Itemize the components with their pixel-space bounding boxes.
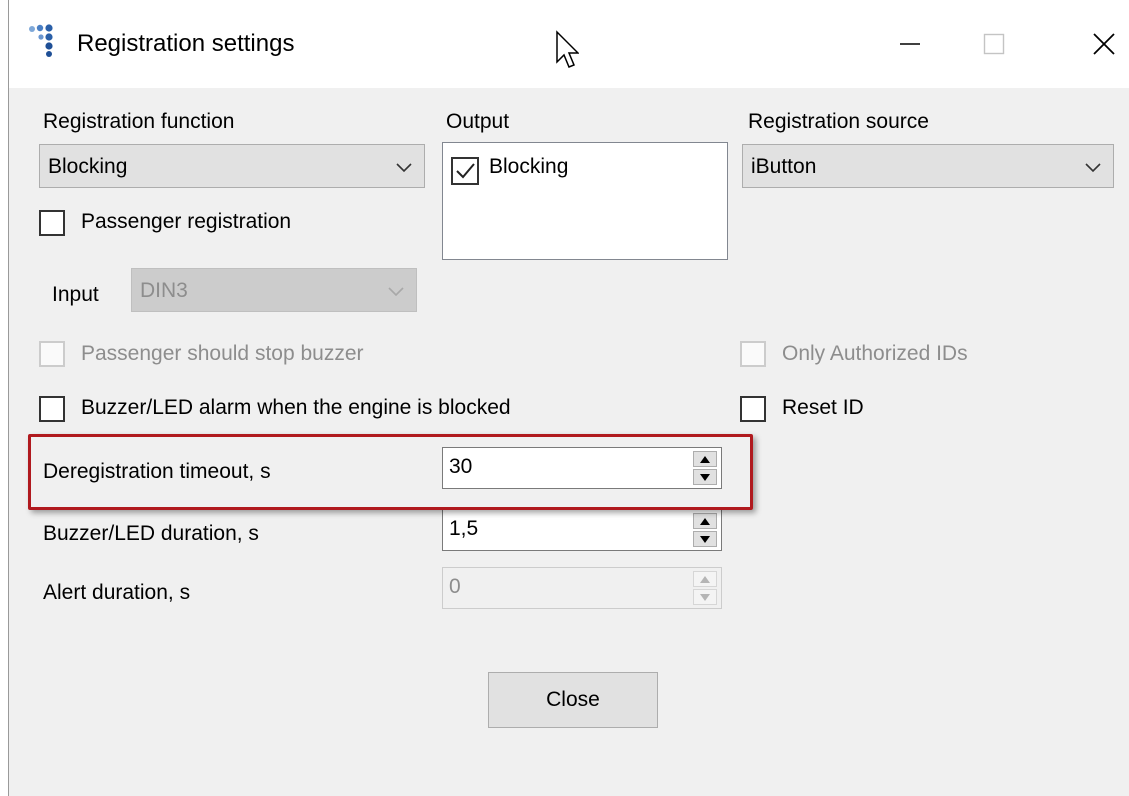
reset-id-label: Reset ID [782,396,864,419]
registration-source-label: Registration source [748,110,929,133]
maximize-icon [983,33,1005,55]
registration-settings-window: Registration settings Registration funct… [8,0,1129,796]
chevron-down-icon [388,287,404,297]
output-item-label: Blocking [489,155,569,178]
output-label: Output [446,110,510,133]
output-item-checkbox[interactable] [451,157,479,185]
window-title: Registration settings [77,30,295,57]
passenger-stop-buzzer-label: Passenger should stop buzzer [81,342,364,365]
title-bar[interactable]: Registration settings [9,0,1129,88]
registration-source-value: iButton [751,155,817,178]
maximize-button[interactable] [959,0,1029,88]
arrow-down-icon [700,593,710,601]
alert-duration-value: 0 [449,575,461,598]
reset-id-checkbox[interactable] [740,396,766,422]
alert-duration-input[interactable]: 0 [442,567,722,609]
registration-function-label: Registration function [43,110,235,133]
minimize-button[interactable] [875,0,945,88]
spin-up-button[interactable] [693,513,717,529]
passenger-stop-buzzer-checkbox[interactable] [39,341,65,367]
highlight-box [28,434,753,510]
registration-function-select[interactable]: Blocking [39,144,425,188]
chevron-down-icon [1085,163,1101,173]
minimize-icon [900,43,920,45]
passenger-registration-checkbox[interactable] [39,210,65,236]
input-value: DIN3 [140,279,188,302]
input-select[interactable]: DIN3 [131,268,417,312]
close-window-button[interactable] [1069,0,1129,88]
close-button[interactable]: Close [488,672,658,728]
checkmark-icon [456,163,475,179]
alert-duration-spinner [693,571,717,605]
buzzer-duration-label: Buzzer/LED duration, s [43,522,259,545]
app-logo-icon [29,24,53,57]
only-authorized-ids-label: Only Authorized IDs [782,342,968,365]
registration-function-value: Blocking [48,155,128,178]
arrow-down-icon [700,535,710,543]
spin-down-button[interactable] [693,531,717,547]
buzzer-alarm-label: Buzzer/LED alarm when the engine is bloc… [81,396,511,419]
output-listbox[interactable]: Blocking [442,142,728,260]
only-authorized-ids-checkbox[interactable] [740,341,766,367]
passenger-registration-label: Passenger registration [81,210,292,233]
buzzer-alarm-checkbox[interactable] [39,396,65,422]
buzzer-duration-value: 1,5 [449,517,479,540]
spin-down-button[interactable] [693,589,717,605]
buzzer-duration-spinner [693,513,717,547]
buzzer-duration-input[interactable]: 1,5 [442,509,722,551]
alert-duration-label: Alert duration, s [43,581,191,604]
arrow-up-icon [700,517,710,525]
spin-up-button[interactable] [693,571,717,587]
registration-source-select[interactable]: iButton [742,144,1114,188]
close-icon [1093,33,1115,55]
arrow-up-icon [700,575,710,583]
mouse-cursor-icon [556,30,579,68]
chevron-down-icon [396,163,412,173]
input-label: Input [52,283,99,306]
